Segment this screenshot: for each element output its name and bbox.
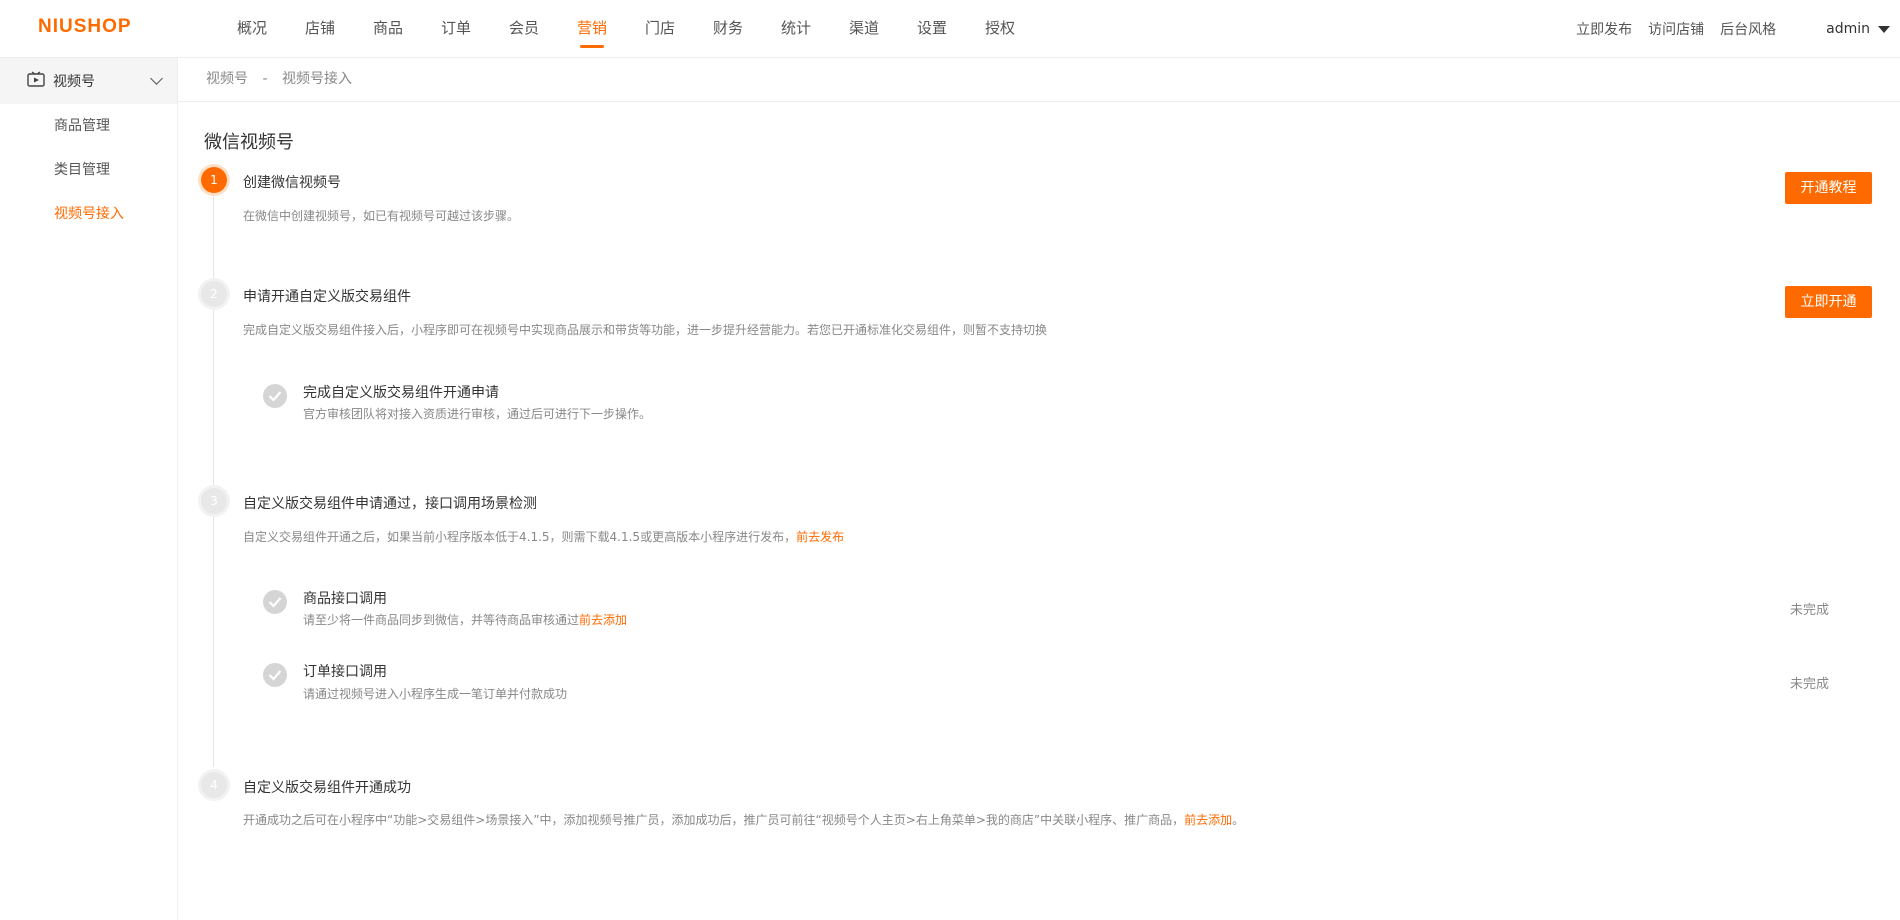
check-icon [263,590,287,614]
breadcrumb-parent[interactable]: 视频号 [206,71,248,87]
open-now-button[interactable]: 立即开通 [1785,286,1872,318]
visit-store-link[interactable]: 访问店铺 [1648,19,1704,39]
nav-item-store[interactable]: 店铺 [286,0,354,58]
breadcrumb: 视频号 - 视频号接入 [178,58,1900,102]
username: admin [1826,21,1870,37]
step-number-2: 2 [201,281,227,307]
step-title-1: 创建微信视频号 [243,175,341,191]
breadcrumb-separator: - [262,71,268,87]
check-icon [263,384,287,408]
user-menu[interactable]: admin [1826,21,1890,37]
step-desc-3-text: 自定义交易组件开通之后，如果当前小程序版本低于4.1.5，则需下载4.1.5或更… [243,530,797,544]
sidebar-group-video-channel[interactable]: 视频号 [0,58,177,104]
page-title: 微信视频号 [204,132,294,153]
breadcrumb-current: 视频号接入 [281,71,352,87]
go-add-promoter-link[interactable]: 前去添加 [1184,813,1232,827]
top-header: NIUSHOP 概况 店铺 商品 订单 会员 营销 门店 财务 统计 渠道 设置… [0,0,1900,58]
nav-item-members[interactable]: 会员 [490,0,558,58]
go-add-goods-link[interactable]: 前去添加 [579,613,627,627]
caret-down-icon [1878,25,1890,33]
theme-link[interactable]: 后台风格 [1720,19,1776,39]
step-desc-4: 开通成功之后可在小程序中“功能>交易组件>场景接入”中，添加视频号推广员，添加成… [243,811,1244,828]
nav-item-shops[interactable]: 门店 [626,0,694,58]
main-content: 微信视频号 1 创建微信视频号 在微信中创建视频号，如已有视频号可越过该步骤。 … [178,102,1900,920]
sidebar: 视频号 商品管理 类目管理 视频号接入 [0,58,178,920]
sidebar-item-video-access[interactable]: 视频号接入 [0,192,177,236]
nav-item-marketing[interactable]: 营销 [558,0,626,58]
step-number-3: 3 [201,488,227,514]
step-desc-3: 自定义交易组件开通之后，如果当前小程序版本低于4.1.5，则需下载4.1.5或更… [243,528,844,545]
step-title-4: 自定义版交易组件开通成功 [243,780,411,796]
top-right-actions: 立即发布 访问店铺 后台风格 admin [1576,0,1900,58]
step-number-4: 4 [201,772,227,798]
step-desc-4-text: 开通成功之后可在小程序中“功能>交易组件>场景接入”中，添加视频号推广员，添加成… [243,813,1185,827]
nav-item-orders[interactable]: 订单 [422,0,490,58]
go-publish-link[interactable]: 前去发布 [796,530,844,544]
check-icon [263,663,287,687]
substep-desc-goods-api-text: 请至少将一件商品同步到微信，并等待商品审核通过 [303,613,580,627]
substep-desc-apply: 官方审核团队将对接入资质进行审核，通过后可进行下一步操作。 [303,407,652,421]
brand-logo[interactable]: NIUSHOP [38,16,132,38]
substep-title-order-api: 订单接口调用 [303,664,387,680]
substep-title-goods-api: 商品接口调用 [303,591,387,607]
step-title-3: 自定义版交易组件申请通过，接口调用场景检测 [243,496,537,512]
video-channel-icon [27,71,45,91]
step-desc-2: 完成自定义版交易组件接入后，小程序即可在视频号中实现商品展示和带货等功能，进一步… [243,323,1048,337]
publish-link[interactable]: 立即发布 [1576,19,1632,39]
status-goods-api: 未完成 [1790,603,1830,618]
sidebar-item-goods-manage[interactable]: 商品管理 [0,104,177,148]
nav-item-channels[interactable]: 渠道 [830,0,898,58]
nav-item-goods[interactable]: 商品 [354,0,422,58]
nav-item-overview[interactable]: 概况 [218,0,286,58]
substep-title-apply: 完成自定义版交易组件开通申请 [303,385,499,401]
tutorial-button[interactable]: 开通教程 [1785,172,1872,204]
step-title-2: 申请开通自定义版交易组件 [243,289,411,305]
sidebar-group-label: 视频号 [53,74,95,90]
nav-item-stats[interactable]: 统计 [762,0,830,58]
substep-desc-goods-api: 请至少将一件商品同步到微信，并等待商品审核通过前去添加 [303,611,627,628]
chevron-down-icon [150,72,163,85]
nav-item-settings[interactable]: 设置 [898,0,966,58]
nav-item-finance[interactable]: 财务 [694,0,762,58]
step-number-1: 1 [201,167,227,193]
substep-desc-order-api: 请通过视频号进入小程序生成一笔订单并付款成功 [303,687,568,701]
step-desc-1: 在微信中创建视频号，如已有视频号可越过该步骤。 [243,209,520,223]
main-nav: 概况 店铺 商品 订单 会员 营销 门店 财务 统计 渠道 设置 授权 [218,0,1034,58]
sidebar-item-category-manage[interactable]: 类目管理 [0,148,177,192]
status-order-api: 未完成 [1790,677,1830,692]
step-desc-4-end: 。 [1232,813,1245,827]
steps-timeline-line [213,182,214,767]
nav-item-license[interactable]: 授权 [966,0,1034,58]
